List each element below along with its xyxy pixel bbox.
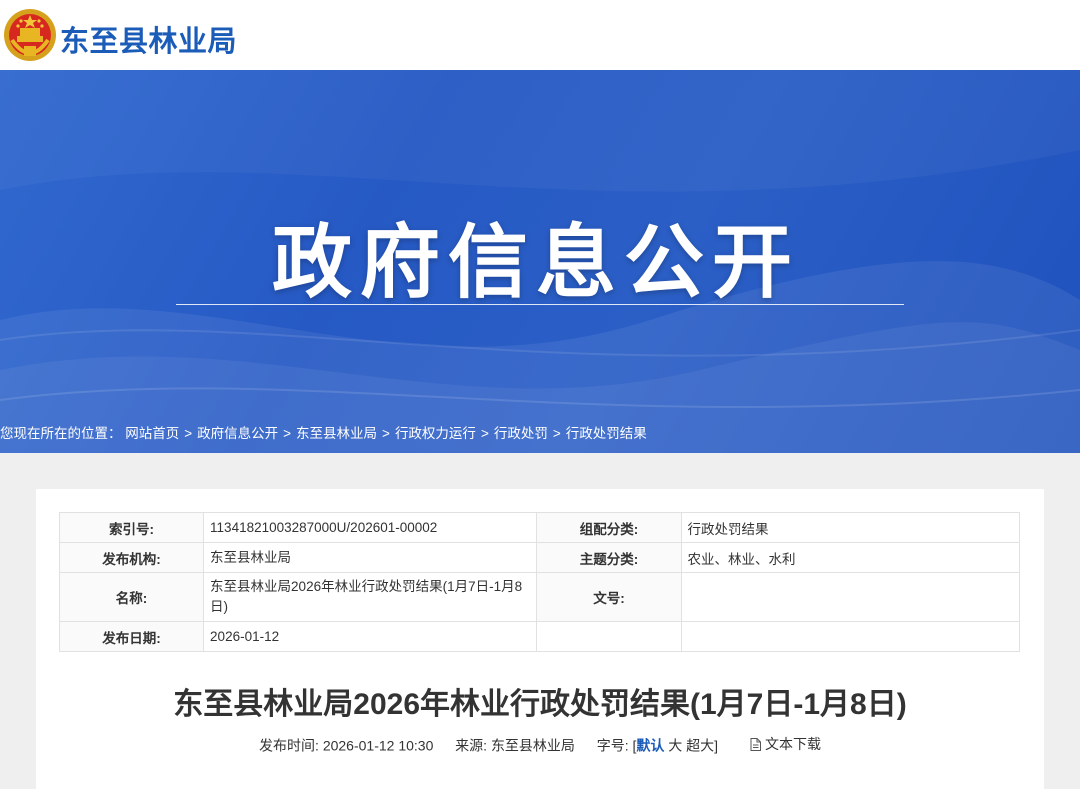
name-label: 名称: xyxy=(58,572,205,622)
empty-label-cell xyxy=(536,621,682,652)
breadcrumb-separator: > xyxy=(283,426,292,441)
breadcrumb-separator: > xyxy=(480,426,489,441)
breadcrumb-prefix: 您现在所在的位置： xyxy=(0,426,122,441)
font-size-label: 字号: xyxy=(596,737,629,754)
table-row: 名称: 东至县林业局2026年林业行政处罚结果(1月7日-1月8日) 文号: xyxy=(58,572,1021,622)
article-info-bar: 发布时间: 2026-01-12 10:30 来源: 东至县林业局 字号: [默… xyxy=(36,734,1044,756)
category-label: 组配分类: xyxy=(536,512,682,543)
text-download-button[interactable]: 文本下载 xyxy=(750,734,821,754)
topic-value: 农业、林业、水利 xyxy=(680,542,1021,573)
font-large-button[interactable]: 大 xyxy=(668,738,682,754)
national-emblem-icon xyxy=(4,9,56,61)
banner-title: 政府信息公开 xyxy=(272,218,800,307)
download-label: 文本下载 xyxy=(764,736,821,752)
publisher-value: 东至县林业局 xyxy=(203,542,538,573)
docno-value xyxy=(680,572,1021,622)
breadcrumb-home[interactable]: 网站首页 xyxy=(125,426,179,441)
breadcrumb-admin-penalty[interactable]: 行政处罚 xyxy=(494,426,548,441)
publish-time-label: 发布时间: xyxy=(259,737,319,754)
index-value: 11341821003287000U/202601-00002 xyxy=(203,512,538,543)
banner: 政府信息公开 您现在所在的位置： 网站首页 > 政府信息公开 > 东至县林业局 > 行政权力… xyxy=(0,70,1080,453)
table-row: 发布日期: 2026-01-12 xyxy=(58,621,1021,652)
source-label: 来源: xyxy=(455,737,488,754)
breadcrumb-admin-power[interactable]: 行政权力运行 xyxy=(395,426,476,441)
name-value: 东至县林业局2026年林业行政处罚结果(1月7日-1月8日) xyxy=(203,572,538,622)
info-meta-table: 索引号: 11341821003287000U/202601-00002 组配分… xyxy=(58,512,1021,652)
breadcrumb-gov-info[interactable]: 政府信息公开 xyxy=(197,426,278,441)
publisher-label: 发布机构: xyxy=(58,542,205,573)
category-value: 行政处罚结果 xyxy=(680,512,1021,543)
breadcrumb: 您现在所在的位置： 网站首页 > 政府信息公开 > 东至县林业局 > 行政权力运行 > 行政处罚… xyxy=(0,422,647,442)
docno-label: 文号: xyxy=(536,572,682,622)
font-bracket-close: ] xyxy=(714,737,719,754)
date-label: 发布日期: xyxy=(58,621,205,652)
breadcrumb-separator: > xyxy=(184,426,193,441)
topic-label: 主题分类: xyxy=(536,542,682,573)
font-default-button[interactable]: 默认 xyxy=(636,738,664,754)
source-value: 东至县林业局 xyxy=(490,737,575,754)
site-name[interactable]: 东至县林业局 xyxy=(60,18,237,60)
banner-divider xyxy=(176,304,904,305)
index-label: 索引号: xyxy=(58,512,205,543)
table-row: 发布机构: 东至县林业局 主题分类: 农业、林业、水利 xyxy=(58,542,1021,573)
site-header: 东至县林业局 xyxy=(0,0,1080,71)
document-icon xyxy=(750,737,761,751)
empty-value-cell xyxy=(680,621,1021,652)
breadcrumb-bureau[interactable]: 东至县林业局 xyxy=(296,426,377,441)
date-value: 2026-01-12 xyxy=(203,621,538,652)
table-row: 索引号: 11341821003287000U/202601-00002 组配分… xyxy=(58,512,1021,543)
content-card: 索引号: 11341821003287000U/202601-00002 组配分… xyxy=(36,489,1044,789)
breadcrumb-penalty-result[interactable]: 行政处罚结果 xyxy=(566,426,647,441)
font-xlarge-button[interactable]: 超大 xyxy=(686,738,714,754)
breadcrumb-separator: > xyxy=(552,426,561,441)
breadcrumb-separator: > xyxy=(382,426,390,441)
article-title: 东至县林业局2026年林业行政处罚结果(1月7日-1月8日) xyxy=(173,688,907,721)
publish-time-value: 2026-01-12 10:30 xyxy=(322,737,434,754)
